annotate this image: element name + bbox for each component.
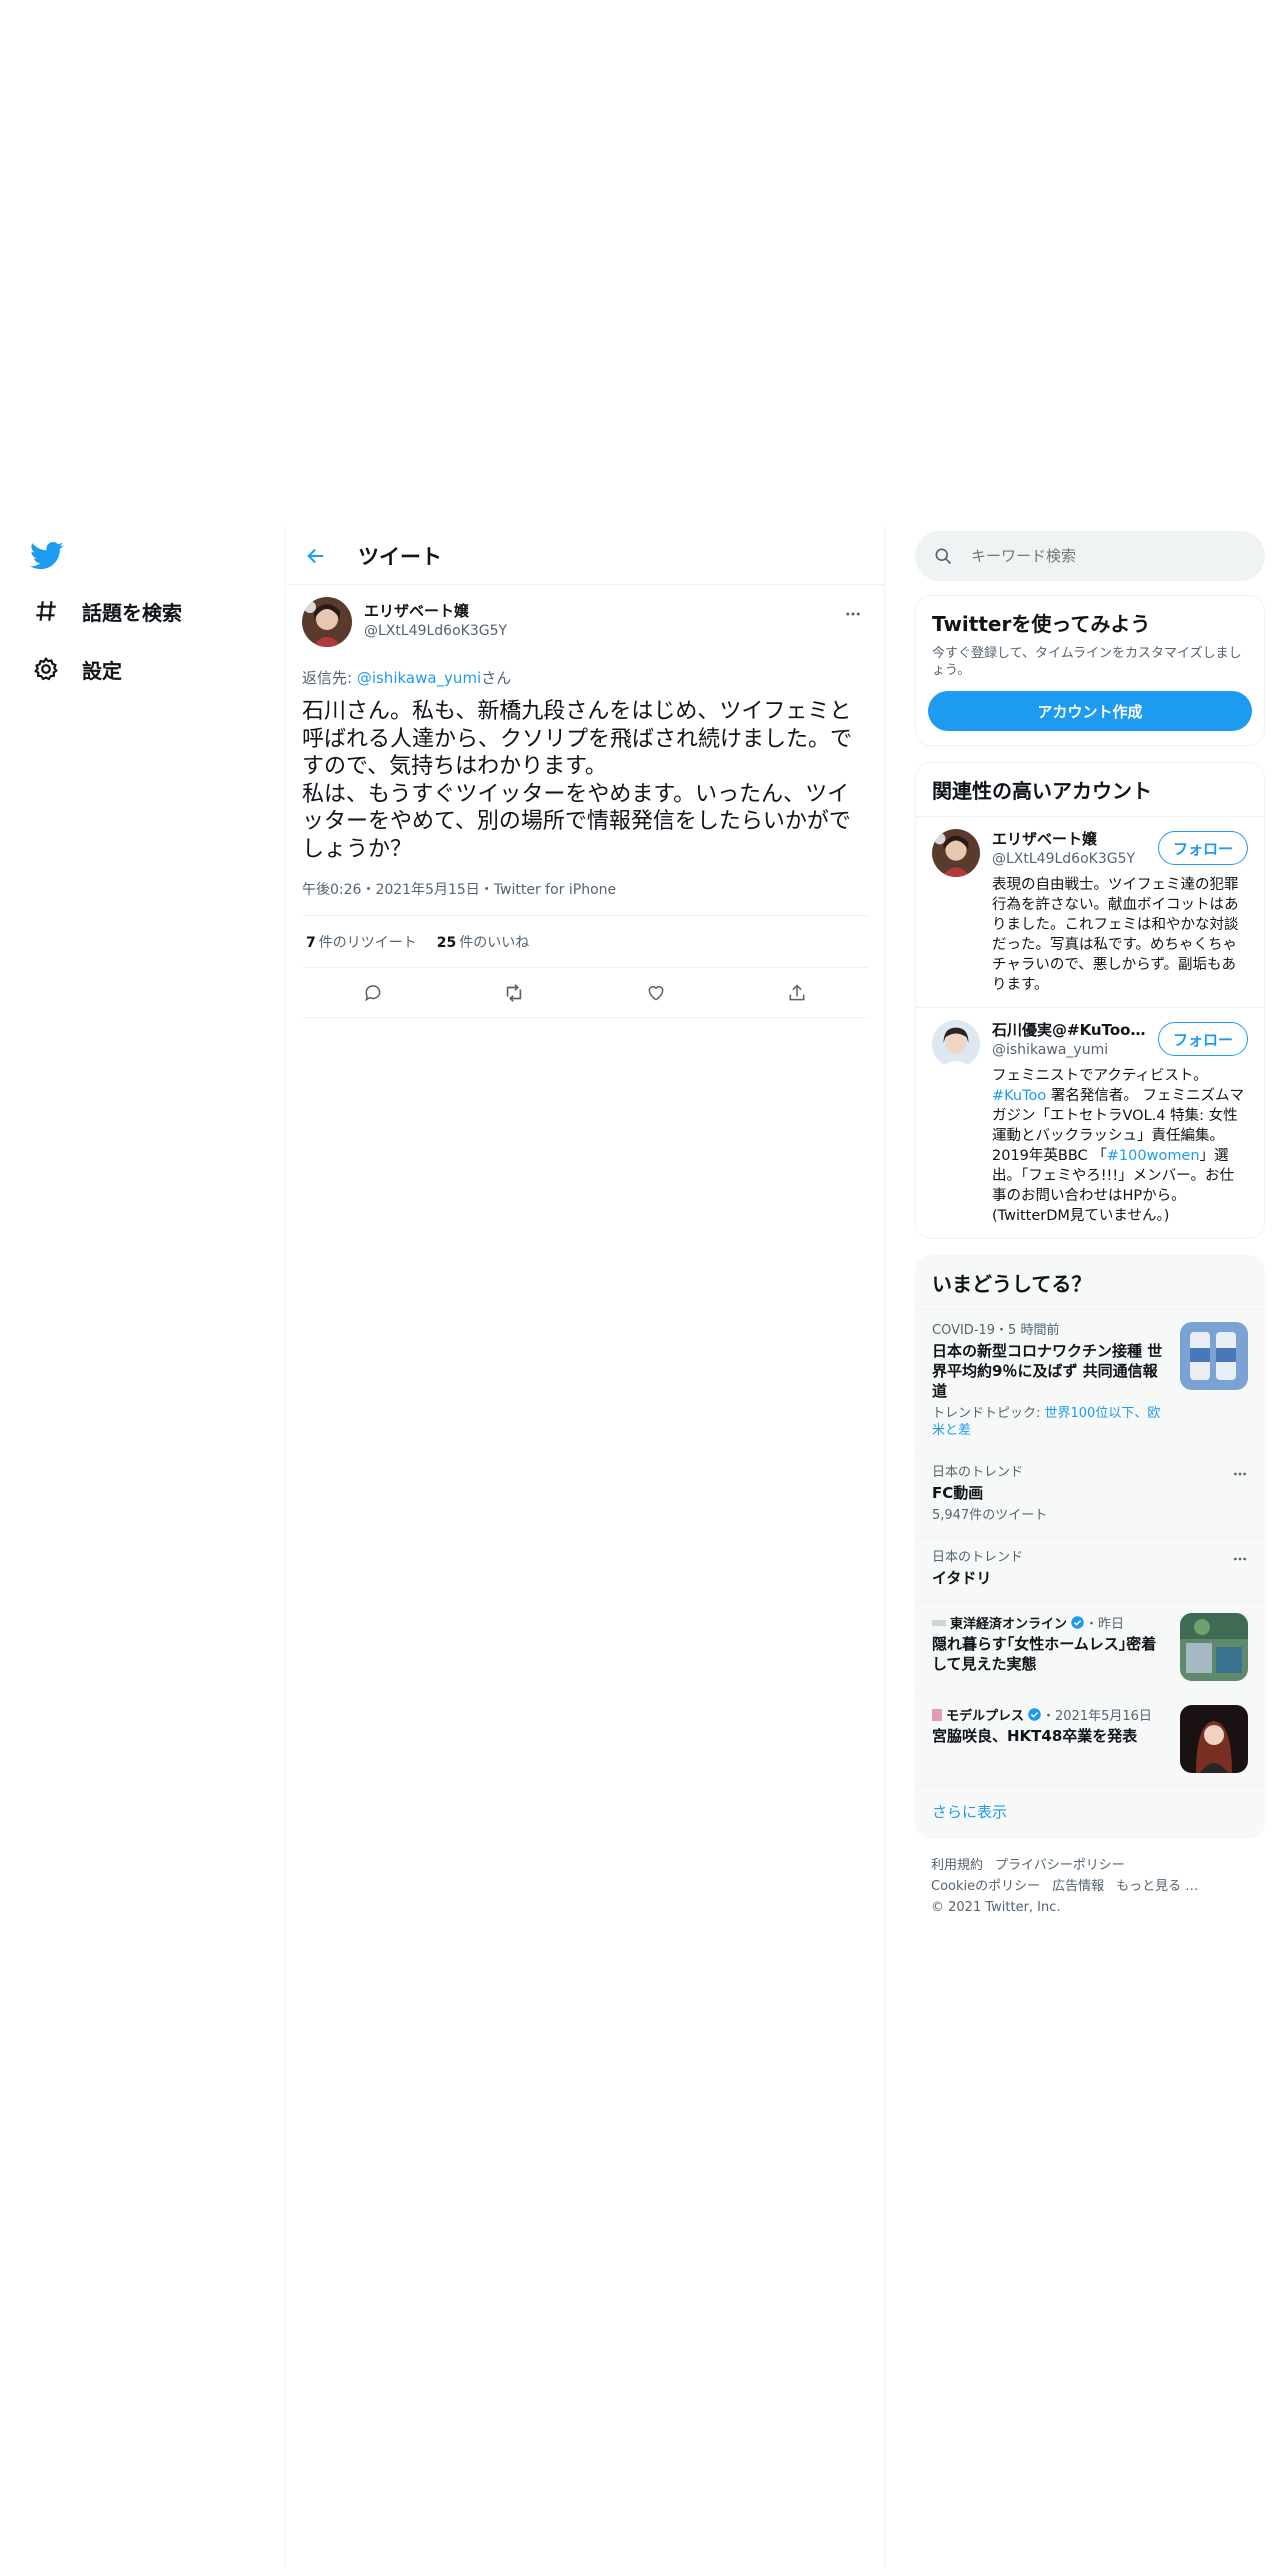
nav-settings[interactable]: 設定: [28, 649, 122, 689]
author-avatar[interactable]: [302, 597, 352, 647]
nav-settings-label: 設定: [82, 658, 122, 683]
trend-tweet-count: 5,947件のツイート: [932, 1508, 1048, 1523]
bio-hashtag-link[interactable]: #100women: [1107, 1148, 1200, 1164]
source-logo-icon: [932, 1619, 946, 1626]
account-bio: 表現の自由戦士。ツイフェミ達の犯罪行為を許さない。献血ボイコットはありました。こ…: [992, 877, 1239, 993]
like-heart-icon[interactable]: [639, 976, 673, 1010]
news-source-name: モデルプレス: [946, 1709, 1025, 1724]
like-count: 25: [436, 934, 457, 951]
search-icon: [933, 546, 953, 566]
create-account-button[interactable]: アカウント作成: [928, 691, 1252, 731]
primary-column: ツイート エリザベート嬢 @LXtL49Ld6oK3G5Y 返信先: @ishi…: [285, 527, 885, 2568]
account-name[interactable]: 石川優実@#KuToo署名: [992, 1020, 1152, 1040]
news-source-name: 東洋経済オンライン: [950, 1617, 1068, 1632]
nav-explore-label: 話題を検索: [82, 600, 182, 625]
account-item[interactable]: 石川優実@#KuToo署名 @ishikawa_yumi フェミニストでアクティ…: [916, 1007, 1264, 1238]
source-logo-icon: [932, 1708, 942, 1721]
signup-card-title: Twitterを使ってみよう: [932, 612, 1151, 636]
trend-item[interactable]: 日本のトレンド FC動画 5,947件のツイート: [916, 1451, 1264, 1536]
sidebar-footer: 利用規約 プライバシーポリシー Cookieのポリシー 広告情報 もっと見る … © …: [915, 1855, 1265, 1918]
search-box[interactable]: [915, 531, 1265, 581]
tweet-actions: [302, 968, 868, 1018]
account-avatar[interactable]: [932, 829, 980, 877]
trend-context: 日本のトレンド: [932, 1465, 1024, 1480]
footer-link-cookies[interactable]: Cookieのポリシー: [931, 1879, 1040, 1894]
author-name[interactable]: エリザベート嬢: [364, 601, 507, 621]
reply-to-line: 返信先: @ishikawa_yumiさん: [302, 667, 868, 688]
trend-title: 日本の新型コロナワクチン接種 世界平均約9％に及ばず 共同通信報道: [932, 1342, 1163, 1400]
news-time: ・2021年5月16日: [1042, 1709, 1152, 1724]
signup-card-description: 今すぐ登録して、タイムラインをカスタマイズしましょう。: [932, 646, 1242, 678]
tweet-text: 石川さん。私も、新橋九段さんをはじめ、ツイフェミと呼ばれる人達から、クソリプを飛…: [302, 699, 853, 862]
nav-explore[interactable]: 話題を検索: [28, 591, 182, 631]
verified-badge-icon: [1027, 1707, 1042, 1722]
footer-link-terms[interactable]: 利用規約: [931, 1858, 983, 1873]
retweet-icon[interactable]: [497, 976, 531, 1010]
trend-subtitle: トレンドトピック: 世界100位以下、欧米と差: [932, 1405, 1170, 1439]
account-name[interactable]: エリザベート嬢: [992, 829, 1152, 849]
news-headline: 宮脇咲良、HKT48卒業を発表: [932, 1727, 1138, 1745]
tweet-detail: エリザベート嬢 @LXtL49Ld6oK3G5Y 返信先: @ishikawa_…: [286, 597, 884, 1018]
tweet-author: エリザベート嬢 @LXtL49Ld6oK3G5Y: [302, 597, 868, 647]
news-thumbnail-image: [1180, 1613, 1248, 1681]
tweet-header: ツイート: [286, 527, 884, 585]
news-headline: 隠れ暮らす｢女性ホームレス｣密着して見えた実態: [932, 1635, 1157, 1673]
reply-prefix: 返信先:: [302, 669, 357, 687]
share-icon[interactable]: [780, 976, 814, 1010]
footer-link-ads[interactable]: 広告情報: [1052, 1879, 1104, 1894]
trends-title: いまどうしてる？: [932, 1272, 1092, 1296]
trend-item[interactable]: 日本のトレンド イタドリ: [916, 1536, 1264, 1600]
trends-card: いまどうしてる？ COVID-19・5 時間前 日本の新型コロナワクチン接種 世…: [915, 1255, 1265, 1839]
trend-title: FC動画: [932, 1484, 984, 1502]
sidebar-column: Twitterを使ってみよう 今すぐ登録して、タイムラインをカスタマイズしましょ…: [915, 527, 1265, 1918]
bio-hashtag-link[interactable]: #KuToo: [992, 1088, 1046, 1104]
search-input[interactable]: [971, 547, 1231, 565]
trend-item[interactable]: COVID-19・5 時間前 日本の新型コロナワクチン接種 世界平均約9％に及ば…: [916, 1309, 1264, 1451]
trend-sub-prefix: トレンドトピック:: [932, 1406, 1045, 1421]
footer-link-privacy[interactable]: プライバシーポリシー: [995, 1858, 1125, 1873]
account-avatar[interactable]: [932, 1020, 980, 1068]
follow-button[interactable]: フォロー: [1157, 1022, 1248, 1056]
hashtag-icon: [28, 593, 64, 629]
like-count-link[interactable]: 25 件のいいね: [437, 932, 529, 952]
like-label: 件のいいね: [459, 934, 530, 951]
trend-context: 日本のトレンド: [932, 1550, 1024, 1565]
verified-badge-icon: [1070, 1615, 1085, 1630]
news-thumbnail-image: [1180, 1705, 1248, 1773]
tweet-timestamp[interactable]: 午後0:26・2021年5月15日・Twitter for iPhone: [302, 879, 868, 916]
retweet-count-link[interactable]: 7 件のリツイート: [306, 932, 417, 952]
signup-card: Twitterを使ってみよう 今すぐ登録して、タイムラインをカスタマイズしましょ…: [915, 595, 1265, 746]
twitter-logo-icon[interactable]: [30, 541, 64, 571]
page-title: ツイート: [358, 544, 442, 569]
copyright: © 2021 Twitter, Inc.: [931, 1900, 1061, 1915]
retweet-count: 7: [306, 934, 316, 951]
news-item[interactable]: モデルプレス ・2021年5月16日 宮脇咲良、HKT48卒業を発表: [916, 1692, 1264, 1784]
account-item[interactable]: エリザベート嬢 @LXtL49Ld6oK3G5Y 表現の自由戦士。ツイフェミ達の…: [916, 816, 1264, 1007]
follow-button[interactable]: フォロー: [1157, 831, 1248, 865]
footer-link-more[interactable]: もっと見る …: [1116, 1879, 1198, 1894]
more-options-icon[interactable]: [1232, 1551, 1248, 1571]
retweet-label: 件のリツイート: [318, 934, 417, 951]
author-handle[interactable]: @LXtL49Ld6oK3G5Y: [364, 621, 507, 641]
relevant-accounts-card: 関連性の高いアカウント エリザベート嬢 @LXtL49Ld6oK3G5Y 表現の…: [915, 762, 1265, 1239]
more-options-icon[interactable]: [1232, 1466, 1248, 1486]
reply-suffix: さん: [481, 669, 512, 687]
account-bio: フェミニストでアクティビスト。#KuToo 署名発信者。 フェミニズムマガジン「…: [992, 1066, 1248, 1226]
reply-icon[interactable]: [356, 976, 390, 1010]
trend-title: イタドリ: [932, 1569, 992, 1587]
show-more-link[interactable]: さらに表示: [916, 1784, 1264, 1838]
relevant-accounts-title: 関連性の高いアカウント: [932, 779, 1152, 803]
bio-text: フェミニストでアクティビスト。: [992, 1068, 1208, 1084]
more-options-icon[interactable]: [842, 603, 864, 625]
tweet-stats: 7 件のリツイート 25 件のいいね: [302, 916, 868, 968]
vaccine-vials-image: [1180, 1322, 1248, 1390]
news-time: ・昨日: [1085, 1617, 1125, 1632]
news-item[interactable]: 東洋経済オンライン ・昨日 隠れ暮らす｢女性ホームレス｣密着して見えた実態: [916, 1600, 1264, 1692]
gear-icon: [28, 651, 64, 687]
back-arrow-icon[interactable]: [298, 538, 334, 574]
reply-mention-link[interactable]: @ishikawa_yumi: [357, 669, 481, 687]
